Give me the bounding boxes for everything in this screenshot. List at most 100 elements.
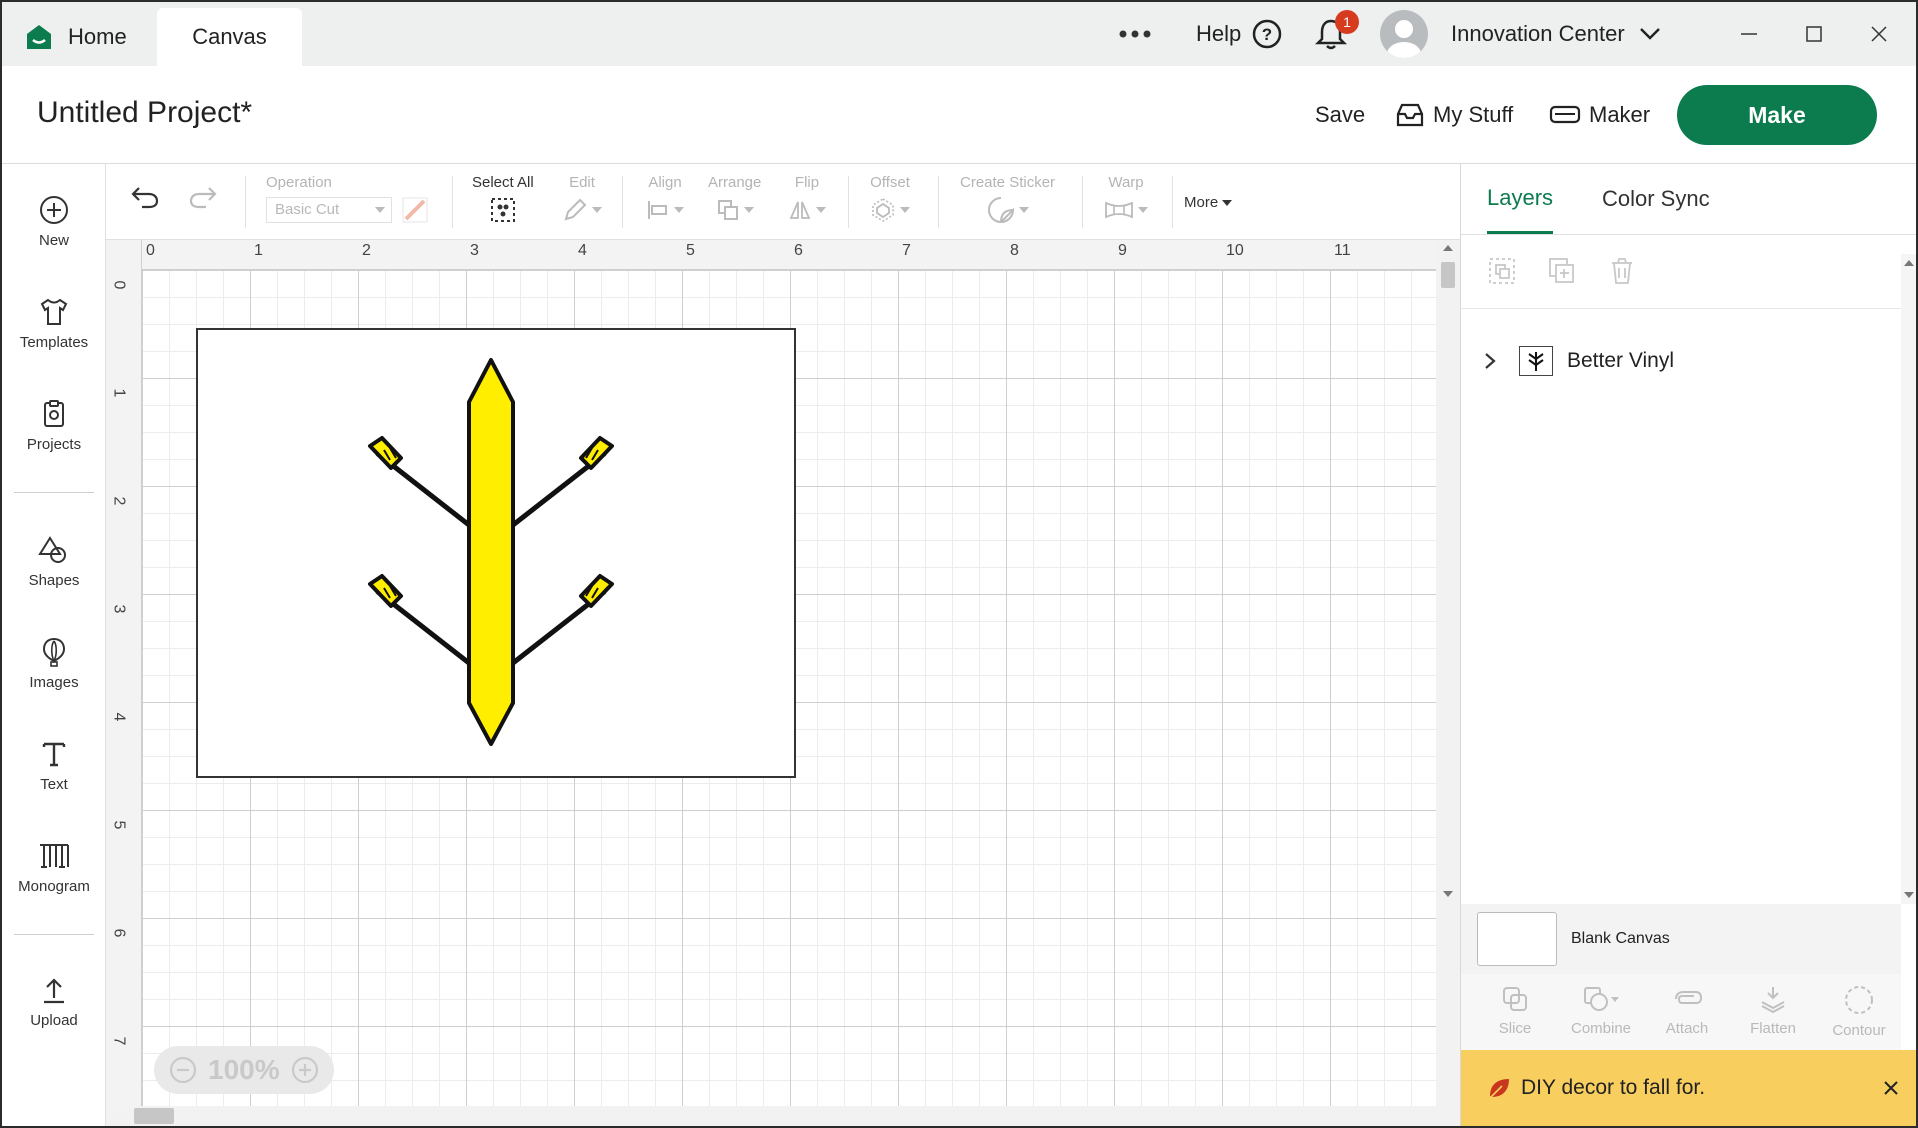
- sticker-icon: [987, 197, 1014, 223]
- zoom-out-icon[interactable]: [168, 1055, 198, 1085]
- ruler-tick-label: 7: [902, 242, 911, 259]
- scroll-up-arrow[interactable]: [1901, 256, 1916, 270]
- tab-layers[interactable]: Layers: [1487, 164, 1554, 234]
- offset-control[interactable]: Offset: [870, 174, 910, 228]
- close-icon[interactable]: [1883, 1080, 1899, 1096]
- operation-select[interactable]: Basic Cut: [266, 197, 392, 223]
- minimize-button[interactable]: [1740, 2, 1758, 66]
- redo-button[interactable]: [188, 184, 218, 214]
- contour-button[interactable]: Contour: [1819, 984, 1899, 1039]
- design-canvas[interactable]: 0 1 2 3 4 5 6 7 8 9 10 11 0 1 2 3 4 5 6 …: [106, 240, 1460, 1126]
- inbox-icon: [1396, 103, 1424, 127]
- leaf-icon: [1489, 1079, 1509, 1099]
- my-stuff-label: My Stuff: [1433, 102, 1514, 127]
- promo-banner[interactable]: DIY decor to fall for.: [1461, 1050, 1916, 1126]
- close-window-button[interactable]: [1870, 2, 1888, 66]
- slice-button[interactable]: Slice: [1475, 984, 1555, 1037]
- canvas-horizontal-scrollbar[interactable]: [106, 1106, 1436, 1126]
- combine-button[interactable]: Combine: [1561, 984, 1641, 1037]
- make-button[interactable]: Make: [1677, 85, 1877, 145]
- scroll-down-arrow[interactable]: [1436, 886, 1460, 902]
- operation-control[interactable]: Operation Basic Cut: [266, 174, 428, 228]
- edit-control[interactable]: Edit: [562, 174, 602, 228]
- create-sticker-label: Create Sticker: [960, 174, 1056, 191]
- trash-icon[interactable]: [1607, 256, 1637, 286]
- project-title[interactable]: Untitled Project*: [37, 96, 252, 130]
- layer-item[interactable]: Better Vinyl: [1461, 336, 1916, 386]
- canvas-vertical-scrollbar[interactable]: [1436, 240, 1460, 1126]
- scroll-up-arrow[interactable]: [1436, 240, 1460, 256]
- undo-button[interactable]: [130, 184, 160, 214]
- tab-color-sync-label: Color Sync: [1602, 186, 1710, 211]
- toolbar-divider: [1082, 176, 1083, 228]
- blank-canvas-row[interactable]: Blank Canvas: [1461, 904, 1901, 974]
- rail-new[interactable]: New: [2, 194, 106, 249]
- more-options-button[interactable]: [1118, 2, 1152, 66]
- maximize-button[interactable]: [1805, 2, 1823, 66]
- caret-down-icon: [1138, 207, 1148, 213]
- design-artboard[interactable]: [196, 328, 796, 778]
- svg-text:?: ?: [1262, 25, 1272, 44]
- layer-actions: [1487, 256, 1637, 286]
- flip-control[interactable]: Flip: [788, 174, 826, 228]
- rail-upload-label: Upload: [30, 1012, 78, 1029]
- ruler-tick-label: 4: [578, 242, 587, 259]
- create-sticker-control[interactable]: Create Sticker: [960, 174, 1055, 228]
- ruler-tick-label: 8: [1010, 242, 1019, 259]
- rail-projects-label: Projects: [26, 436, 82, 453]
- plant-design-graphic[interactable]: [196, 328, 796, 778]
- rail-images[interactable]: Images: [2, 636, 106, 691]
- help-button[interactable]: Help ?: [1196, 2, 1283, 66]
- shapes-icon: [38, 536, 66, 563]
- scroll-down-arrow[interactable]: [1901, 888, 1916, 902]
- toolbar-divider: [245, 176, 246, 228]
- tab-canvas[interactable]: Canvas: [157, 8, 302, 66]
- select-all-button[interactable]: Select All: [472, 174, 534, 228]
- tab-home[interactable]: Home: [24, 8, 127, 66]
- caret-down-icon: [592, 207, 602, 213]
- rail-text[interactable]: Text: [2, 738, 106, 793]
- account-menu[interactable]: Innovation Center: [1451, 2, 1661, 66]
- my-stuff-button[interactable]: My Stuff: [1395, 66, 1513, 164]
- rail-upload[interactable]: Upload: [2, 974, 106, 1029]
- align-left-icon: [648, 201, 667, 219]
- blank-canvas-swatch[interactable]: [1477, 912, 1557, 966]
- save-label: Save: [1315, 102, 1366, 127]
- color-swatch-icon[interactable]: [402, 197, 428, 223]
- group-icon[interactable]: [1487, 256, 1517, 286]
- user-name: Innovation Center: [1451, 21, 1625, 46]
- align-control[interactable]: Align: [646, 174, 684, 228]
- rail-projects[interactable]: Projects: [2, 398, 106, 453]
- chevron-right-icon[interactable]: [1483, 352, 1497, 370]
- save-button[interactable]: Save: [1315, 66, 1365, 164]
- ruler-tick-label: 4: [110, 712, 128, 722]
- rail-shapes-label: Shapes: [28, 572, 80, 589]
- ruler-tick-label: 2: [110, 496, 128, 506]
- tab-canvas-label: Canvas: [192, 24, 267, 49]
- rail-templates[interactable]: Templates: [2, 296, 106, 351]
- toolbar-divider: [622, 176, 623, 228]
- avatar[interactable]: [1380, 10, 1428, 58]
- warp-control[interactable]: Warp: [1104, 174, 1148, 228]
- vertical-scroll-thumb[interactable]: [1441, 262, 1455, 288]
- arrange-label: Arrange: [708, 174, 762, 191]
- ruler-horizontal: [106, 240, 1460, 270]
- duplicate-icon[interactable]: [1547, 256, 1577, 286]
- tab-color-sync[interactable]: Color Sync: [1602, 164, 1710, 234]
- rail-shapes[interactable]: Shapes: [2, 534, 106, 589]
- horizontal-scroll-thumb[interactable]: [134, 1108, 174, 1124]
- more-button[interactable]: More: [1184, 194, 1233, 211]
- monogram-icon: [40, 844, 69, 868]
- redo-icon: [189, 187, 217, 209]
- ruler-tick-label: 9: [1118, 242, 1127, 259]
- rail-new-label: New: [38, 232, 69, 249]
- attach-button[interactable]: Attach: [1647, 984, 1727, 1037]
- flatten-button[interactable]: Flatten: [1733, 984, 1813, 1037]
- arrange-control[interactable]: Arrange: [708, 174, 761, 228]
- maker-button[interactable]: Maker: [1549, 66, 1650, 164]
- rail-monogram[interactable]: Monogram: [2, 840, 106, 895]
- layers-scrollbar[interactable]: [1901, 254, 1916, 904]
- zoom-in-icon[interactable]: [290, 1055, 320, 1085]
- attach-label: Attach: [1665, 1020, 1709, 1037]
- select-all-icon: [490, 198, 515, 222]
